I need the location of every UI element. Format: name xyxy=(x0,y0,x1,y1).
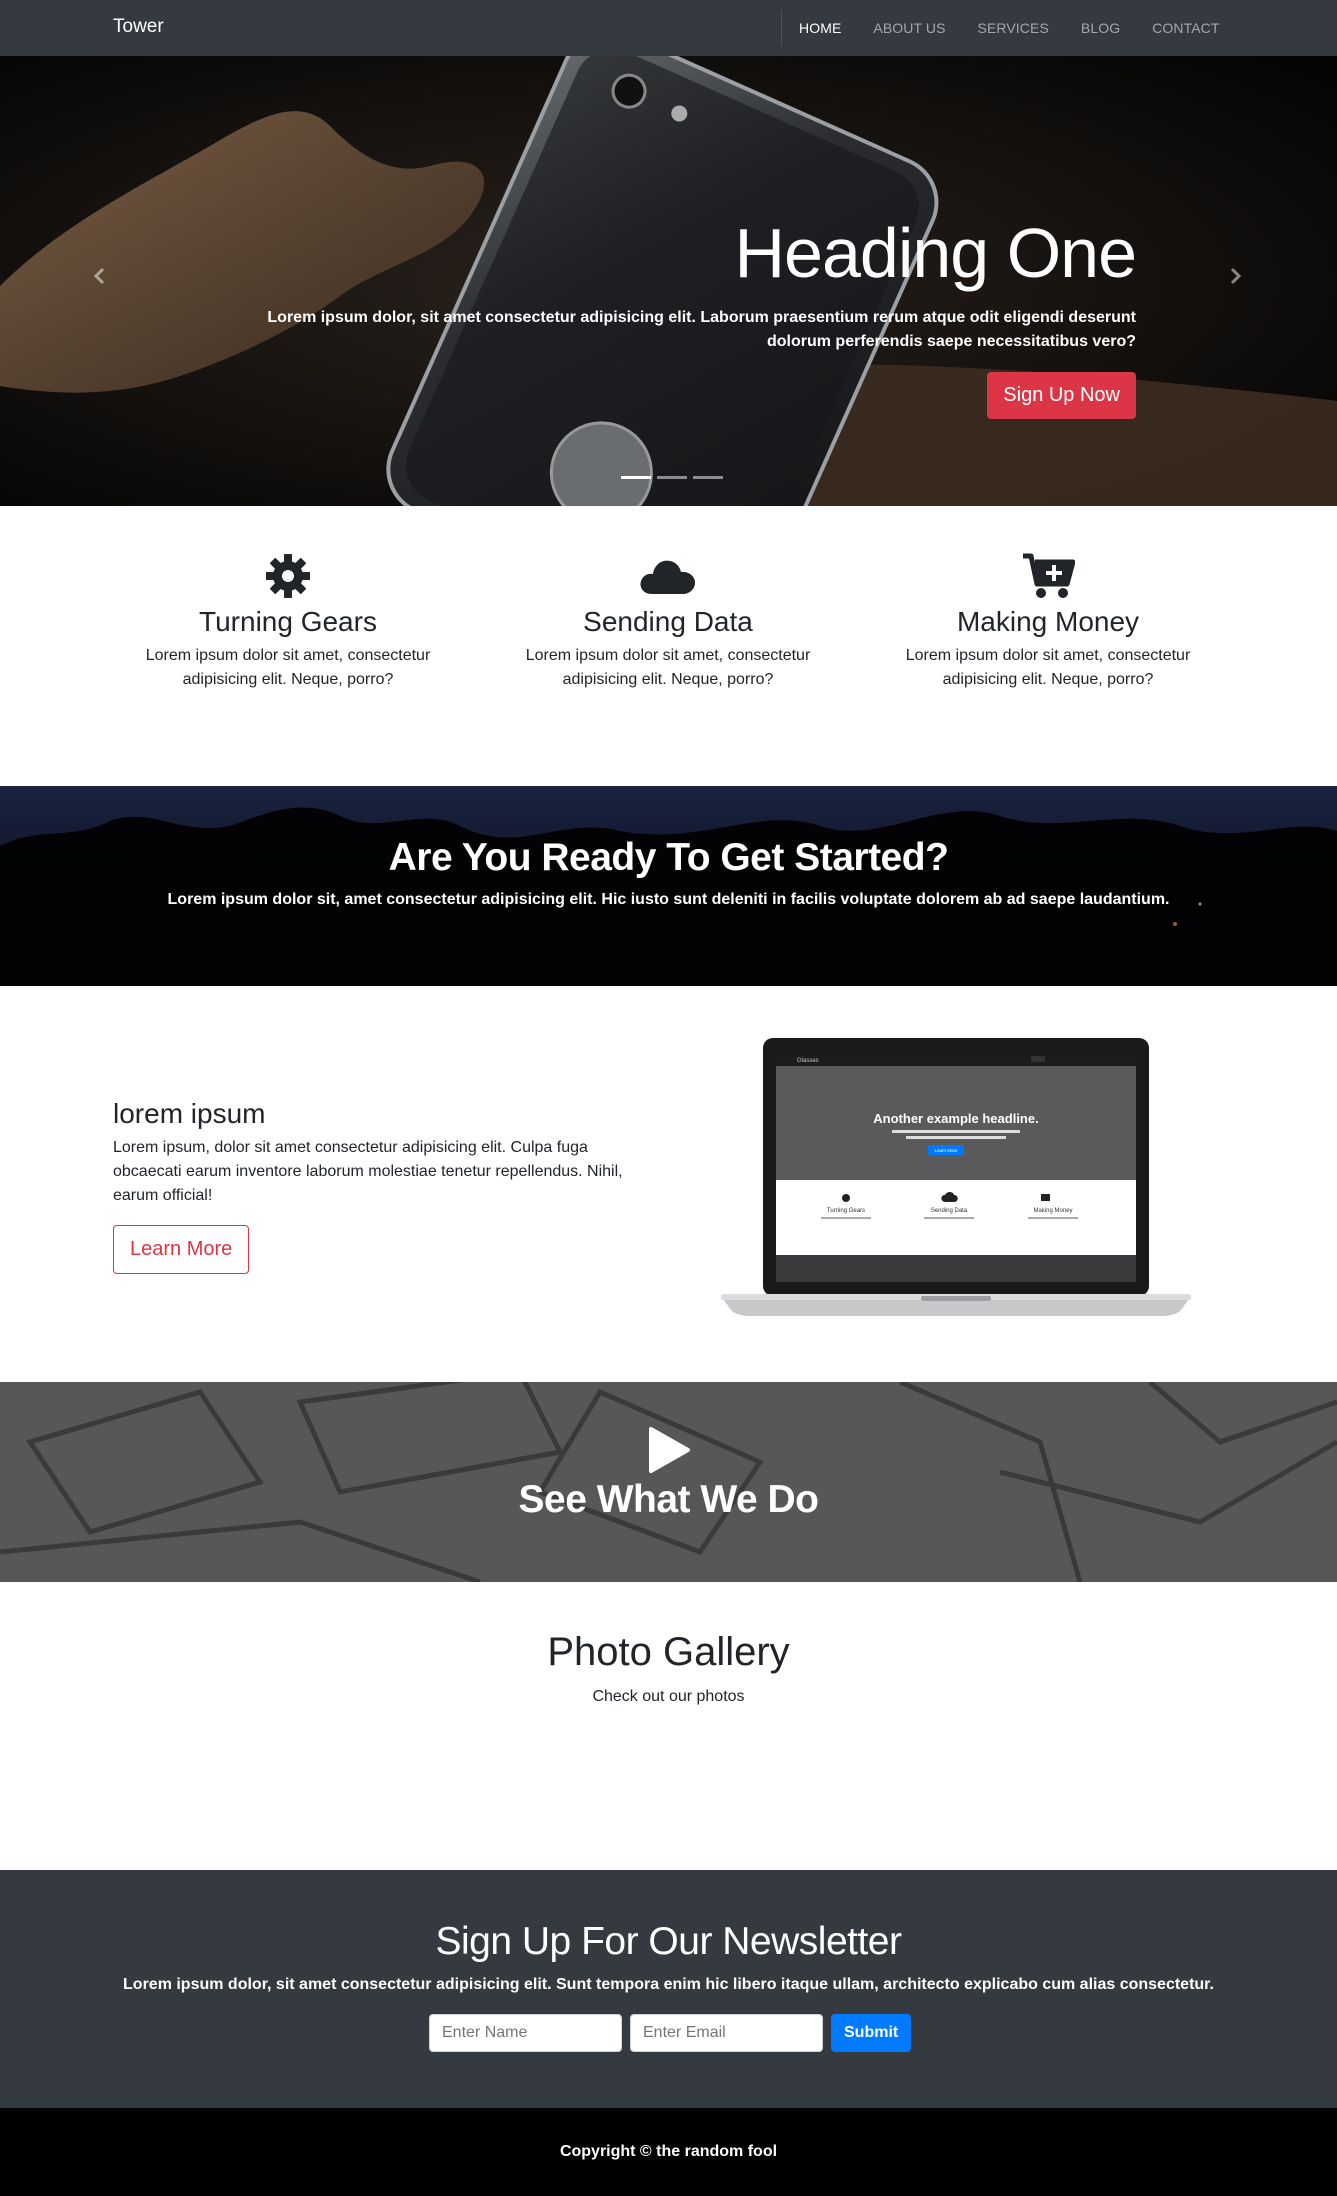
nav-link-contact[interactable]: CONTACT xyxy=(1152,20,1219,36)
footer: Copyright © the random fool xyxy=(0,2108,1337,2196)
get-started-title: Are You Ready To Get Started? xyxy=(388,836,949,879)
navbar: Tower HOME ABOUT US SERVICES BLOG CONTAC… xyxy=(0,0,1337,56)
carousel-prev-chevron-left-icon[interactable] xyxy=(90,266,110,286)
hero-title: Heading One xyxy=(734,214,1137,292)
get-started-section: Are You Ready To Get Started? Lorem ipsu… xyxy=(0,786,1337,986)
feature-text: Lorem ipsum dolor sit amet, consectetur … xyxy=(905,647,1191,688)
feature-title: Sending Data xyxy=(583,606,753,637)
name-input[interactable] xyxy=(429,2014,622,2052)
hero-text: Lorem ipsum dolor, sit amet consectetur … xyxy=(267,309,1136,350)
copyright-text: Copyright © the random fool xyxy=(559,2143,778,2160)
feature-text: Lorem ipsum dolor sit amet, consectetur … xyxy=(145,647,431,688)
get-started-text: Lorem ipsum dolor sit, amet consectetur … xyxy=(167,891,1170,908)
carousel-indicator-3[interactable] xyxy=(693,476,723,479)
newsletter-text: Lorem ipsum dolor, sit amet consectetur … xyxy=(123,1976,1214,1993)
video-section: See What We Do xyxy=(0,1382,1337,1582)
laptop-screen-feature: Sending Data xyxy=(931,1208,968,1214)
carousel-indicators xyxy=(618,476,726,479)
gallery-subtitle: Check out our photos xyxy=(592,1688,745,1705)
gear-icon xyxy=(266,554,310,598)
carousel-indicator-2[interactable] xyxy=(657,476,687,479)
feature-text: Lorem ipsum dolor sit amet, consectetur … xyxy=(525,647,811,688)
feature-title: Turning Gears xyxy=(199,606,377,637)
newsletter-section: Sign Up For Our Newsletter Lorem ipsum d… xyxy=(0,1870,1337,2108)
email-input[interactable] xyxy=(630,2014,823,2052)
info-section: lorem ipsum Lorem ipsum, dolor sit amet … xyxy=(0,986,1337,1382)
carousel-next-chevron-right-icon[interactable] xyxy=(1225,266,1245,286)
hero-carousel: Heading One Lorem ipsum dolor, sit amet … xyxy=(0,56,1337,506)
feature-turning-gears: Turning Gears Lorem ipsum dolor sit amet… xyxy=(128,552,448,692)
cloud-icon xyxy=(640,560,696,594)
laptop-screen-headline: Another example headline. xyxy=(873,1111,1038,1126)
laptop-screen-feature: Making Money xyxy=(1033,1208,1072,1214)
laptop-screen-button: Learn More xyxy=(934,1148,958,1153)
features-section: Turning Gears Lorem ipsum dolor sit amet… xyxy=(0,506,1337,786)
hero-caption: Heading One Lorem ipsum dolor, sit amet … xyxy=(216,214,1137,419)
nav-link-home[interactable]: HOME xyxy=(799,20,841,36)
carousel-indicator-1[interactable] xyxy=(621,476,651,479)
nav-links: HOME ABOUT US SERVICES BLOG CONTACT xyxy=(799,0,1220,56)
navbar-divider xyxy=(781,10,782,46)
navbar-brand[interactable]: Tower xyxy=(113,16,164,38)
photo-gallery-section: Photo Gallery Check out our photos xyxy=(0,1582,1337,1870)
newsletter-form: Submit xyxy=(429,2014,912,2052)
sign-up-now-button[interactable]: Sign Up Now xyxy=(987,372,1136,419)
feature-making-money: Making Money Lorem ipsum dolor sit amet,… xyxy=(888,552,1208,692)
night-trees-background-image xyxy=(0,786,1337,986)
laptop-screen-brand: Glasses xyxy=(797,1058,819,1064)
info-text: Lorem ipsum, dolor sit amet consectetur … xyxy=(113,1139,623,1204)
laptop-screen-feature: Turning Gears xyxy=(827,1208,865,1214)
feature-sending-data: Sending Data Lorem ipsum dolor sit amet,… xyxy=(508,552,828,692)
nav-link-about-us[interactable]: ABOUT US xyxy=(873,20,945,36)
laptop-mockup-image: Glasses Another example headline. Learn … xyxy=(721,1038,1191,1316)
info-title: lorem ipsum xyxy=(113,1098,266,1129)
learn-more-button[interactable]: Learn More xyxy=(113,1225,250,1274)
nav-link-services[interactable]: SERVICES xyxy=(978,20,1049,36)
cart-plus-icon xyxy=(1023,553,1075,598)
gallery-title: Photo Gallery xyxy=(547,1630,790,1674)
newsletter-title: Sign Up For Our Newsletter xyxy=(435,1920,903,1963)
feature-title: Making Money xyxy=(956,606,1140,637)
play-icon[interactable] xyxy=(647,1426,691,1474)
submit-button[interactable]: Submit xyxy=(831,2014,912,2052)
video-title: See What We Do xyxy=(518,1478,820,1521)
nav-link-blog[interactable]: BLOG xyxy=(1081,20,1120,36)
